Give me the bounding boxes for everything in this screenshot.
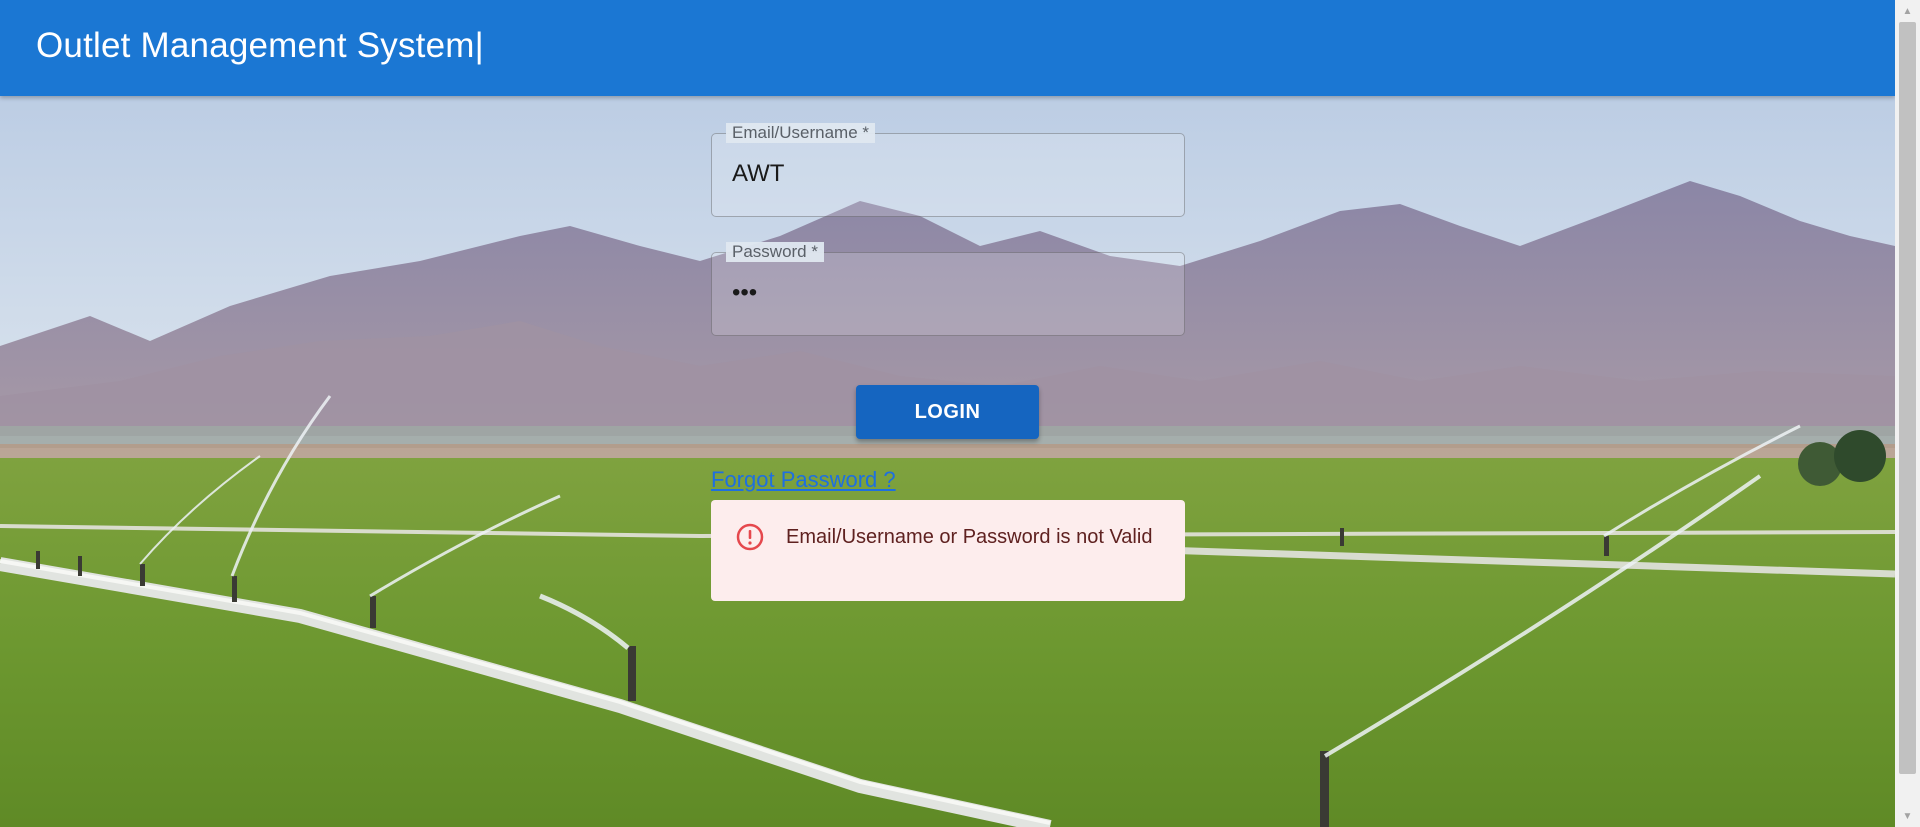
password-input[interactable] (732, 279, 1162, 307)
login-button[interactable]: LOGIN (856, 385, 1039, 439)
vertical-scrollbar[interactable]: ▲ ▼ (1895, 0, 1920, 827)
login-page: Outlet Management System| Email/Username… (0, 0, 1920, 827)
scrollbar-thumb[interactable] (1899, 22, 1916, 774)
email-input[interactable] (732, 160, 1162, 188)
forgot-password-link[interactable]: Forgot Password ? (711, 467, 896, 493)
login-form: Email/Username * Password * LOGIN Forgot… (711, 123, 1185, 601)
email-field: Email/Username * (711, 123, 1185, 217)
email-label: Email/Username * (726, 123, 875, 143)
scroll-up-arrow-icon[interactable]: ▲ (1895, 0, 1920, 22)
app-title: Outlet Management System| (36, 26, 484, 65)
scroll-down-arrow-icon[interactable]: ▼ (1895, 805, 1920, 827)
app-bar: Outlet Management System| (0, 0, 1895, 96)
error-message: Email/Username or Password is not Valid (786, 526, 1153, 548)
error-alert: Email/Username or Password is not Valid (711, 500, 1185, 601)
password-label: Password * (726, 242, 824, 262)
password-field: Password * (711, 242, 1185, 336)
error-outline-icon (736, 523, 764, 551)
